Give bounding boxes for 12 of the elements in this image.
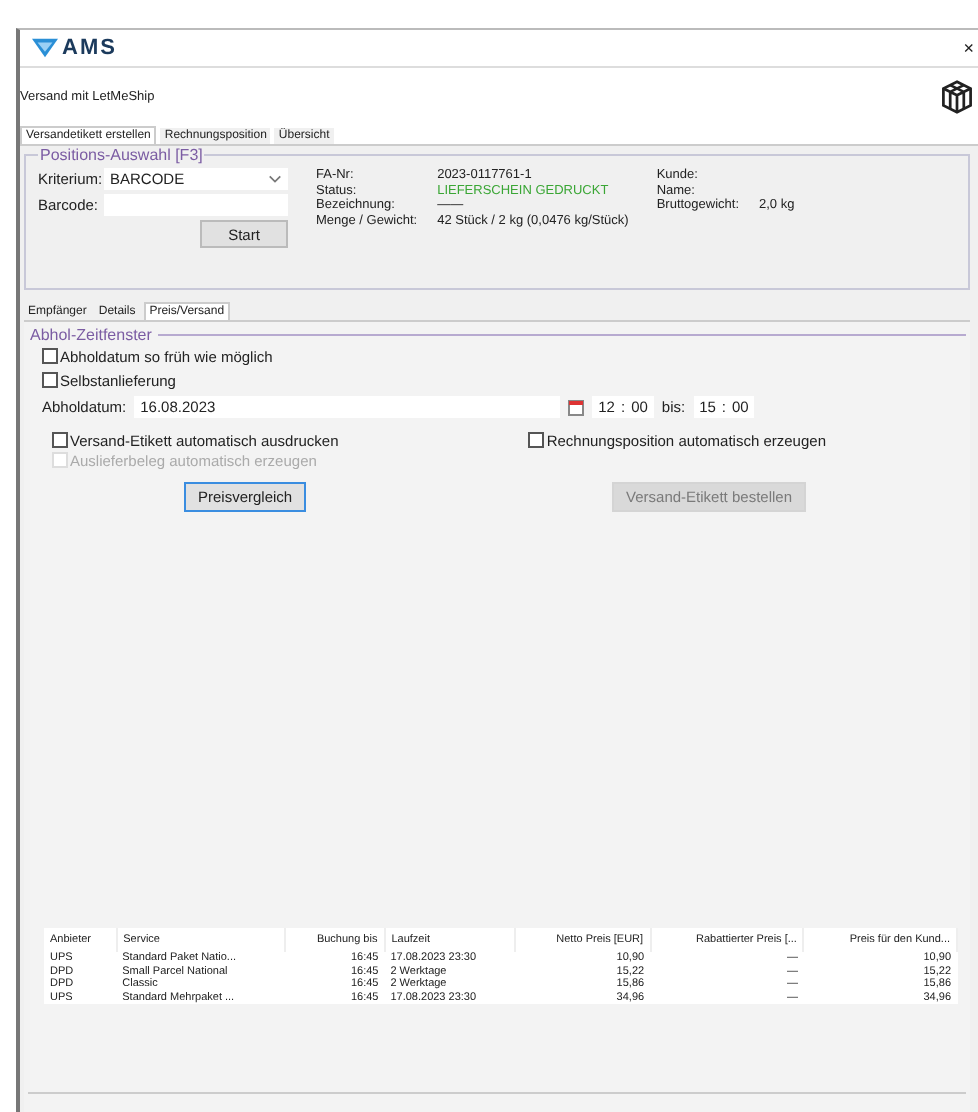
group-title: Positions-Auswahl [F3] xyxy=(38,146,205,164)
app-logo: AMS xyxy=(32,36,117,60)
checkbox[interactable] xyxy=(42,348,58,364)
section-title: Abhol-Zeitfenster xyxy=(28,326,154,344)
chevron-icon xyxy=(268,174,282,184)
checkbox[interactable] xyxy=(52,432,68,448)
checkbox[interactable] xyxy=(42,372,58,388)
checkbox[interactable] xyxy=(528,432,545,448)
cube-icon xyxy=(940,79,974,113)
close-button[interactable]: × xyxy=(963,38,974,58)
calendar-icon[interactable] xyxy=(568,399,585,415)
shield-icon xyxy=(32,38,58,58)
